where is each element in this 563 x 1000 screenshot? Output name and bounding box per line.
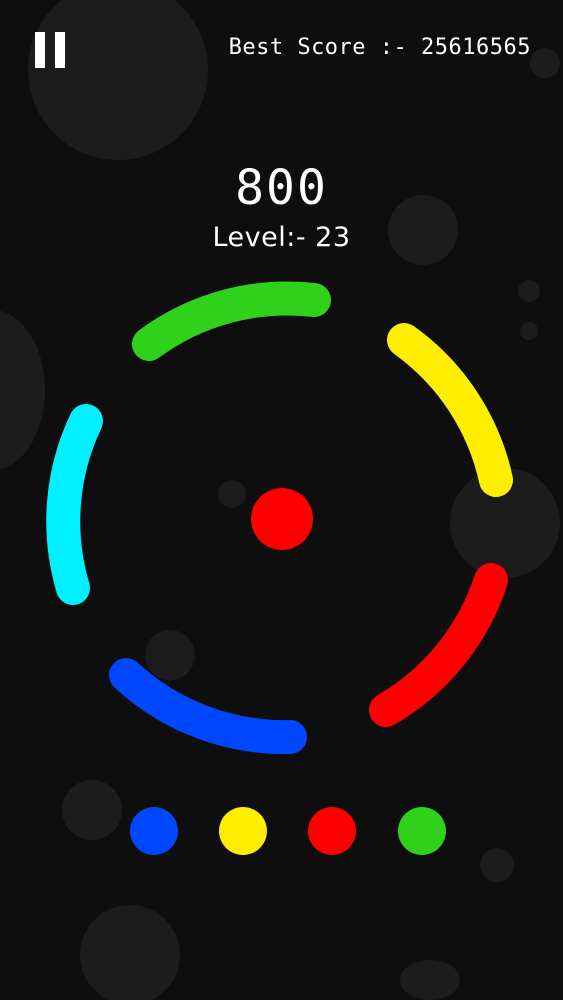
player-ball	[251, 488, 313, 550]
color-ring	[46, 281, 513, 755]
palette-dot-red[interactable]	[308, 807, 356, 855]
ring-segment-red	[369, 563, 508, 727]
palette-dot-yellow[interactable]	[219, 807, 267, 855]
ring-segment-green	[132, 281, 331, 361]
ring-segment-cyan	[46, 404, 103, 605]
palette-dot-blue[interactable]	[130, 807, 178, 855]
palette-dot-green[interactable]	[398, 807, 446, 855]
game-screen: Best Score :- 25616565 800 Level:- 23	[0, 0, 563, 1000]
ring-segment-blue	[109, 658, 307, 755]
ring-segment-yellow	[387, 323, 513, 497]
